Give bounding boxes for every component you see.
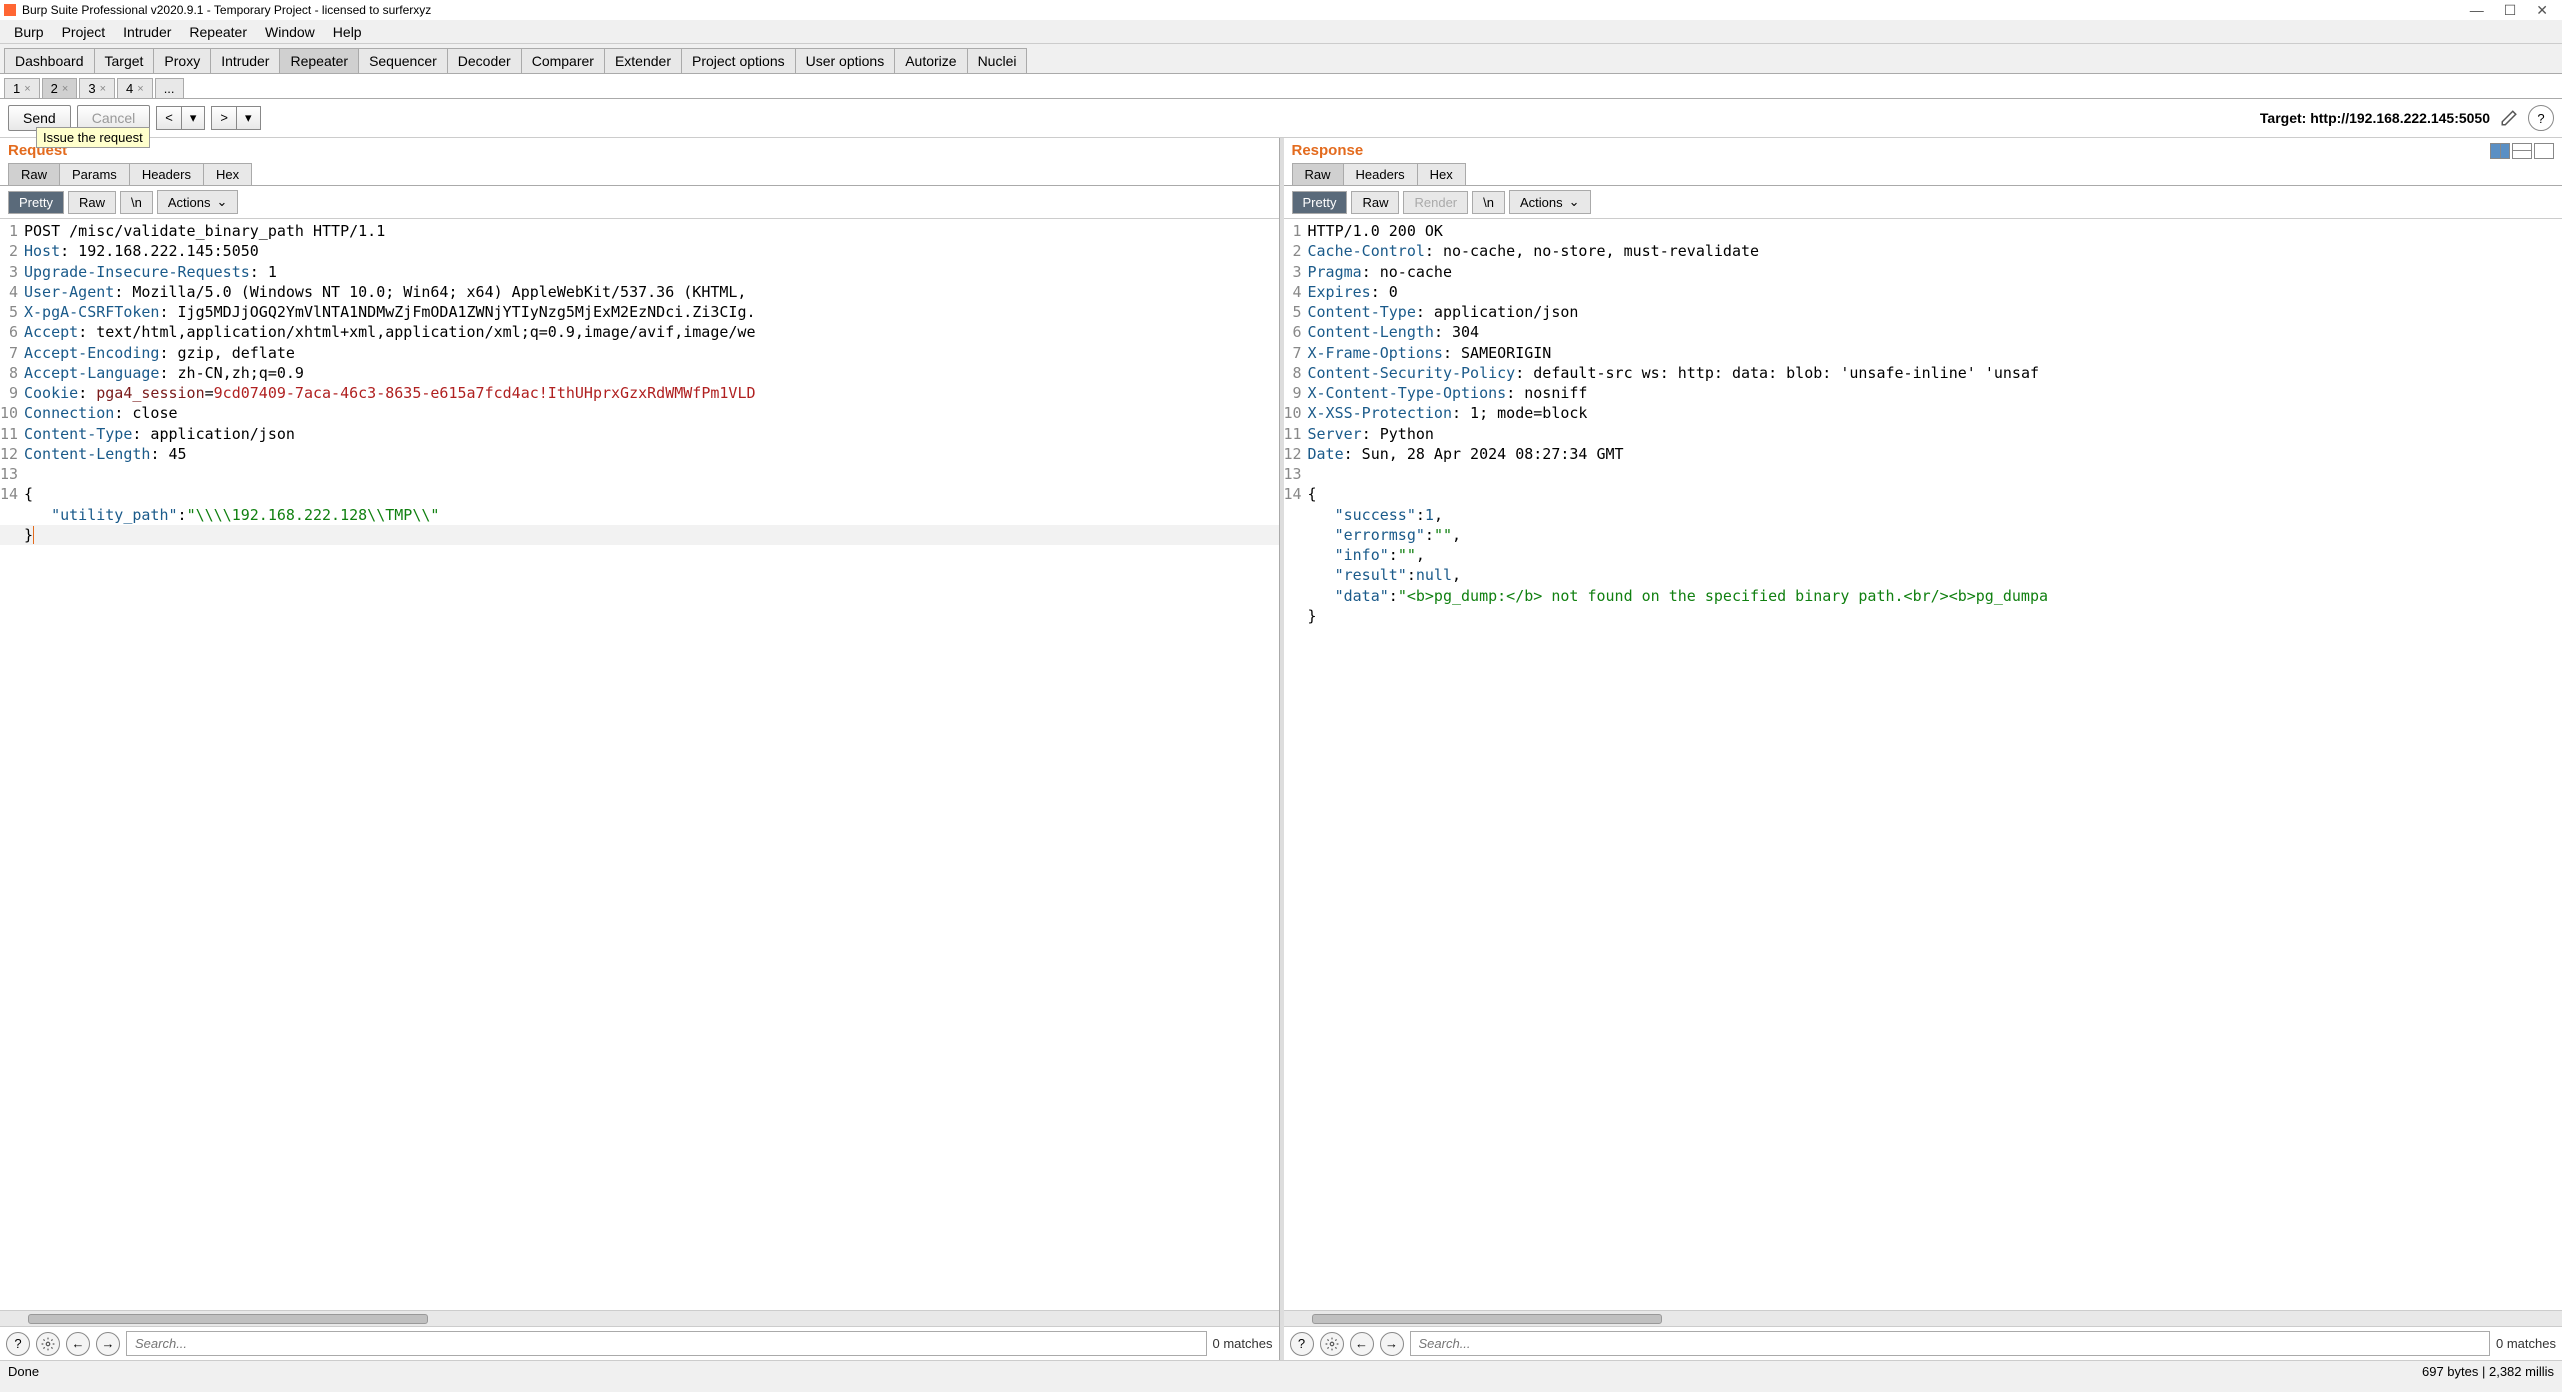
help-icon[interactable]: ? — [6, 1332, 30, 1356]
sub-tab-2[interactable]: 2× — [42, 78, 78, 98]
status-right: 697 bytes | 2,382 millis — [2422, 1364, 2554, 1379]
search-prev-button[interactable]: ← — [66, 1332, 90, 1356]
history-forward-dropdown[interactable]: ▾ — [236, 106, 261, 130]
tab-intruder[interactable]: Intruder — [210, 48, 280, 73]
sub-tab-1[interactable]: 1× — [4, 78, 40, 98]
request-tab-headers[interactable]: Headers — [129, 163, 204, 185]
request-search-input[interactable] — [126, 1331, 1207, 1356]
help-icon[interactable]: ? — [1290, 1332, 1314, 1356]
request-tab-hex[interactable]: Hex — [203, 163, 252, 185]
response-fmt-pretty[interactable]: Pretty — [1292, 191, 1348, 214]
status-bar: Done 697 bytes | 2,382 millis — [0, 1360, 2562, 1382]
response-editor[interactable]: 1HTTP/1.0 200 OK2Cache-Control: no-cache… — [1284, 219, 2562, 1310]
request-view-tabs: Raw Params Headers Hex — [0, 163, 1279, 185]
request-search-bar: ? ← → 0 matches — [0, 1326, 1279, 1360]
history-forward-button[interactable]: > — [211, 106, 237, 130]
history-back-button[interactable]: < — [156, 106, 182, 130]
layout-horizontal-icon[interactable] — [2490, 143, 2510, 159]
response-actions-dropdown[interactable]: Actions⌄ — [1509, 190, 1591, 214]
history-back-dropdown[interactable]: ▾ — [181, 106, 206, 130]
request-fmt-newline[interactable]: \n — [120, 191, 153, 214]
request-fmt-pretty[interactable]: Pretty — [8, 191, 64, 214]
response-title: Response — [1292, 142, 1364, 159]
close-icon[interactable]: × — [137, 83, 143, 95]
sub-tab-more[interactable]: ... — [155, 78, 184, 98]
chevron-down-icon: ⌄ — [216, 194, 227, 210]
sub-tab-4[interactable]: 4× — [117, 78, 153, 98]
request-fmt-raw[interactable]: Raw — [68, 191, 116, 214]
layout-vertical-icon[interactable] — [2512, 143, 2532, 159]
menu-project[interactable]: Project — [54, 22, 114, 42]
edit-target-icon[interactable] — [2496, 105, 2522, 131]
close-icon[interactable]: × — [100, 83, 106, 95]
menu-repeater[interactable]: Repeater — [181, 22, 255, 42]
request-pane: Request Raw Params Headers Hex Pretty Ra… — [0, 138, 1280, 1360]
tab-repeater[interactable]: Repeater — [279, 48, 359, 73]
minimize-button[interactable]: — — [2470, 2, 2484, 19]
tab-nuclei[interactable]: Nuclei — [967, 48, 1028, 73]
request-tab-params[interactable]: Params — [59, 163, 130, 185]
response-tab-headers[interactable]: Headers — [1343, 163, 1418, 185]
sub-tab-3[interactable]: 3× — [79, 78, 115, 98]
search-next-button[interactable]: → — [1380, 1332, 1404, 1356]
response-view-tabs: Raw Headers Hex — [1284, 163, 2562, 185]
response-format-bar: Pretty Raw Render \n Actions⌄ — [1284, 185, 2562, 219]
titlebar: Burp Suite Professional v2020.9.1 - Temp… — [0, 0, 2562, 20]
status-left: Done — [8, 1364, 39, 1379]
menubar: Burp Project Intruder Repeater Window He… — [0, 20, 2562, 44]
request-format-bar: Pretty Raw \n Actions⌄ — [0, 185, 1279, 219]
response-fmt-render[interactable]: Render — [1403, 191, 1468, 214]
request-editor[interactable]: 1POST /misc/validate_binary_path HTTP/1.… — [0, 219, 1279, 1310]
tab-decoder[interactable]: Decoder — [447, 48, 522, 73]
tab-project-options[interactable]: Project options — [681, 48, 796, 73]
request-hscroll[interactable] — [0, 1310, 1279, 1326]
repeater-sub-tabs: 1× 2× 3× 4× ... — [0, 74, 2562, 99]
help-icon[interactable]: ? — [2528, 105, 2554, 131]
maximize-button[interactable]: ☐ — [2504, 2, 2517, 19]
tab-target[interactable]: Target — [94, 48, 155, 73]
gear-icon[interactable] — [36, 1332, 60, 1356]
search-next-button[interactable]: → — [96, 1332, 120, 1356]
gear-icon[interactable] — [1320, 1332, 1344, 1356]
menu-window[interactable]: Window — [257, 22, 323, 42]
panes: Request Raw Params Headers Hex Pretty Ra… — [0, 138, 2562, 1360]
menu-help[interactable]: Help — [325, 22, 370, 42]
tooltip: Issue the request — [36, 127, 150, 148]
action-bar: Send Cancel < ▾ > ▾ Issue the request Ta… — [0, 99, 2562, 138]
tab-extender[interactable]: Extender — [604, 48, 682, 73]
response-matches: 0 matches — [2496, 1336, 2556, 1351]
tab-proxy[interactable]: Proxy — [153, 48, 211, 73]
request-actions-dropdown[interactable]: Actions⌄ — [157, 190, 239, 214]
response-pane: Response Raw Headers Hex Pretty Raw Rend… — [1284, 138, 2562, 1360]
response-fmt-newline[interactable]: \n — [1472, 191, 1505, 214]
response-search-bar: ? ← → 0 matches — [1284, 1326, 2562, 1360]
search-prev-button[interactable]: ← — [1350, 1332, 1374, 1356]
close-icon[interactable]: × — [24, 83, 30, 95]
request-tab-raw[interactable]: Raw — [8, 163, 60, 185]
layout-combined-icon[interactable] — [2534, 143, 2554, 159]
tab-dashboard[interactable]: Dashboard — [4, 48, 95, 73]
app-icon — [4, 4, 16, 16]
menu-burp[interactable]: Burp — [6, 22, 52, 42]
target-label: Target: http://192.168.222.145:5050 — [2260, 110, 2490, 126]
response-hscroll[interactable] — [1284, 1310, 2562, 1326]
main-tabs: Dashboard Target Proxy Intruder Repeater… — [0, 44, 2562, 74]
layout-icons — [2490, 143, 2554, 159]
tab-sequencer[interactable]: Sequencer — [358, 48, 448, 73]
close-icon[interactable]: × — [62, 83, 68, 95]
window-title: Burp Suite Professional v2020.9.1 - Temp… — [22, 3, 431, 17]
response-fmt-raw[interactable]: Raw — [1351, 191, 1399, 214]
tab-comparer[interactable]: Comparer — [521, 48, 605, 73]
menu-intruder[interactable]: Intruder — [115, 22, 179, 42]
tab-user-options[interactable]: User options — [795, 48, 896, 73]
response-tab-raw[interactable]: Raw — [1292, 163, 1344, 185]
response-search-input[interactable] — [1410, 1331, 2491, 1356]
tab-autorize[interactable]: Autorize — [894, 48, 967, 73]
request-matches: 0 matches — [1213, 1336, 1273, 1351]
close-button[interactable]: ✕ — [2536, 2, 2548, 19]
response-tab-hex[interactable]: Hex — [1417, 163, 1466, 185]
chevron-down-icon: ⌄ — [1569, 194, 1580, 210]
